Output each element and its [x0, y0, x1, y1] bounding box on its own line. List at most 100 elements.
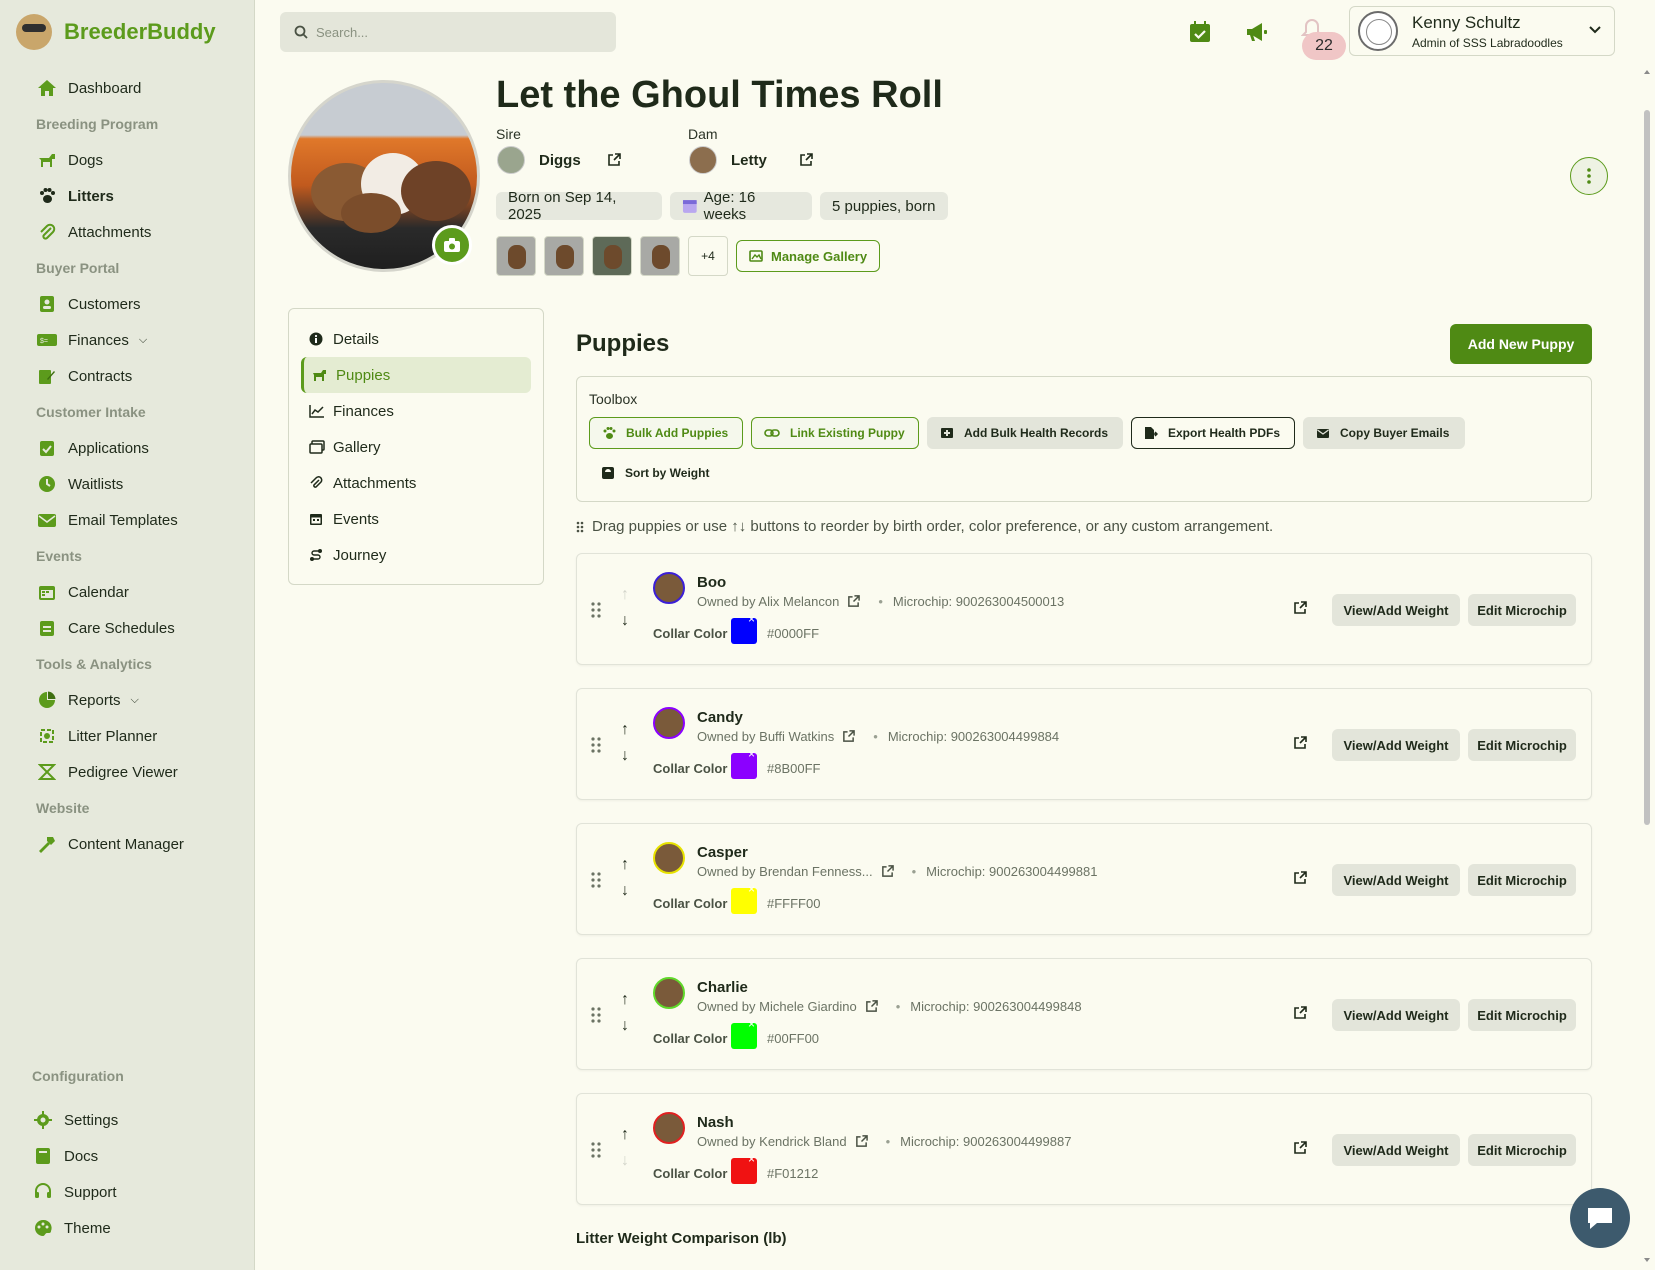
tab-journey[interactable]: Journey [301, 537, 531, 573]
puppy-card[interactable]: ↑ ↓ Nash Owned by Kendrick Bland • Micro… [576, 1093, 1592, 1205]
scrollbar-thumb[interactable] [1644, 110, 1650, 825]
external-link-icon[interactable] [842, 730, 856, 743]
puppy-name[interactable]: Boo [697, 574, 726, 591]
move-up-button[interactable]: ↑ [621, 1126, 629, 1144]
sidebar-item-care-schedules[interactable]: Care Schedules [0, 610, 254, 646]
drag-handle-icon[interactable] [591, 1142, 601, 1158]
puppy-name[interactable]: Nash [697, 1114, 734, 1131]
gallery-more-button[interactable]: +4 [688, 236, 728, 276]
brand[interactable]: BreederBuddy [0, 0, 254, 64]
tab-finances[interactable]: Finances [301, 393, 531, 429]
tab-attachments[interactable]: Attachments [301, 465, 531, 501]
sidebar-item-litters[interactable]: Litters [0, 178, 254, 214]
sidebar-item-docs[interactable]: Docs [0, 1138, 254, 1174]
external-link-icon[interactable] [607, 153, 621, 167]
sidebar-item-reports[interactable]: Reports ⌵ [0, 682, 254, 718]
puppy-name[interactable]: Charlie [697, 979, 748, 996]
link-existing-puppy-button[interactable]: Link Existing Puppy [751, 417, 919, 449]
tab-gallery[interactable]: Gallery [301, 429, 531, 465]
gallery-thumbnail[interactable] [496, 236, 536, 276]
move-down-button[interactable]: ↓ [621, 1152, 629, 1170]
move-up-button[interactable]: ↑ [621, 586, 629, 604]
dam-name[interactable]: Letty [731, 152, 795, 169]
chat-button[interactable] [1570, 1188, 1630, 1248]
user-menu[interactable]: Kenny Schultz Admin of SSS Labradoodles [1349, 6, 1615, 56]
tab-events[interactable]: Events [301, 501, 531, 537]
tab-details[interactable]: Details [301, 321, 531, 357]
puppy-card[interactable]: ↑ ↓ Casper Owned by Brendan Fenness... •… [576, 823, 1592, 935]
manage-gallery-button[interactable]: Manage Gallery [736, 240, 881, 272]
sidebar-item-attachments[interactable]: Attachments [0, 214, 254, 250]
sidebar-item-theme[interactable]: Theme [0, 1210, 254, 1246]
external-link-icon[interactable] [1293, 871, 1307, 890]
calendar-check-icon[interactable] [1186, 18, 1214, 46]
edit-microchip-button[interactable]: Edit Microchip [1468, 594, 1576, 626]
sidebar-item-calendar[interactable]: Calendar [0, 574, 254, 610]
external-link-icon[interactable] [1293, 601, 1307, 620]
bulk-add-puppies-button[interactable]: Bulk Add Puppies [589, 417, 743, 449]
export-health-pdfs-button[interactable]: Export Health PDFs [1131, 417, 1295, 449]
puppy-name[interactable]: Candy [697, 709, 743, 726]
drag-handle-icon[interactable] [591, 1007, 601, 1023]
sidebar-item-waitlists[interactable]: Waitlists [0, 466, 254, 502]
edit-microchip-button[interactable]: Edit Microchip [1468, 864, 1576, 896]
sidebar-item-pedigree-viewer[interactable]: Pedigree Viewer [0, 754, 254, 790]
sidebar-item-content-manager[interactable]: Content Manager [0, 826, 254, 862]
move-down-button[interactable]: ↓ [621, 612, 629, 630]
move-up-button[interactable]: ↑ [621, 991, 629, 1009]
view-add-weight-button[interactable]: View/Add Weight [1332, 594, 1460, 626]
edit-microchip-button[interactable]: Edit Microchip [1468, 729, 1576, 761]
external-link-icon[interactable] [1293, 1006, 1307, 1025]
view-add-weight-button[interactable]: View/Add Weight [1332, 1134, 1460, 1166]
collar-color-swatch[interactable] [731, 612, 757, 644]
edit-microchip-button[interactable]: Edit Microchip [1468, 999, 1576, 1031]
external-link-icon[interactable] [865, 1000, 878, 1013]
move-down-button[interactable]: ↓ [621, 747, 629, 765]
sidebar-item-contracts[interactable]: Contracts [0, 358, 254, 394]
puppy-card[interactable]: ↑ ↓ Boo Owned by Alix Melancon • Microch… [576, 553, 1592, 665]
sidebar-item-support[interactable]: Support [0, 1174, 254, 1210]
sidebar-item-applications[interactable]: Applications [0, 430, 254, 466]
sidebar-item-finances[interactable]: $= Finances ⌵ [0, 322, 254, 358]
external-link-icon[interactable] [1293, 1141, 1307, 1160]
camera-icon[interactable] [432, 225, 472, 265]
copy-buyer-emails-button[interactable]: Copy Buyer Emails [1303, 417, 1465, 449]
external-link-icon[interactable] [799, 153, 813, 167]
megaphone-icon[interactable] [1242, 18, 1270, 46]
sire-name[interactable]: Diggs [539, 152, 603, 169]
drag-handle-icon[interactable] [591, 602, 601, 618]
add-new-puppy-button[interactable]: Add New Puppy [1450, 324, 1592, 364]
tab-puppies[interactable]: Puppies [301, 357, 531, 393]
external-link-icon[interactable] [881, 865, 894, 878]
gallery-thumbnail[interactable] [592, 236, 632, 276]
external-link-icon[interactable] [1293, 736, 1307, 755]
drag-handle-icon[interactable] [591, 872, 601, 888]
collar-color-swatch[interactable] [731, 1017, 757, 1049]
external-link-icon[interactable] [855, 1135, 868, 1148]
move-down-button[interactable]: ↓ [621, 882, 629, 900]
sort-by-weight-button[interactable]: Sort by Weight [589, 457, 739, 489]
move-down-button[interactable]: ↓ [621, 1017, 629, 1035]
more-actions-button[interactable] [1570, 157, 1608, 195]
add-bulk-health-records-button[interactable]: Add Bulk Health Records [927, 417, 1123, 449]
gallery-thumbnail[interactable] [640, 236, 680, 276]
move-up-button[interactable]: ↑ [621, 721, 629, 739]
puppy-card[interactable]: ↑ ↓ Candy Owned by Buffi Watkins • Micro… [576, 688, 1592, 800]
view-add-weight-button[interactable]: View/Add Weight [1332, 729, 1460, 761]
notification-count-badge[interactable]: 22 [1302, 32, 1346, 60]
search-input[interactable]: Search... [280, 12, 616, 52]
puppy-card[interactable]: ↑ ↓ Charlie Owned by Michele Giardino • … [576, 958, 1592, 1070]
puppy-name[interactable]: Casper [697, 844, 748, 861]
drag-handle-icon[interactable] [591, 737, 601, 753]
sidebar-item-litter-planner[interactable]: Litter Planner [0, 718, 254, 754]
collar-color-swatch[interactable] [731, 1152, 757, 1184]
sidebar-item-dashboard[interactable]: Dashboard [0, 70, 254, 106]
sidebar-item-dogs[interactable]: Dogs [0, 142, 254, 178]
collar-color-swatch[interactable] [731, 882, 757, 914]
move-up-button[interactable]: ↑ [621, 856, 629, 874]
view-add-weight-button[interactable]: View/Add Weight [1332, 999, 1460, 1031]
gallery-thumbnail[interactable] [544, 236, 584, 276]
edit-microchip-button[interactable]: Edit Microchip [1468, 1134, 1576, 1166]
view-add-weight-button[interactable]: View/Add Weight [1332, 864, 1460, 896]
sidebar-item-email-templates[interactable]: Email Templates [0, 502, 254, 538]
